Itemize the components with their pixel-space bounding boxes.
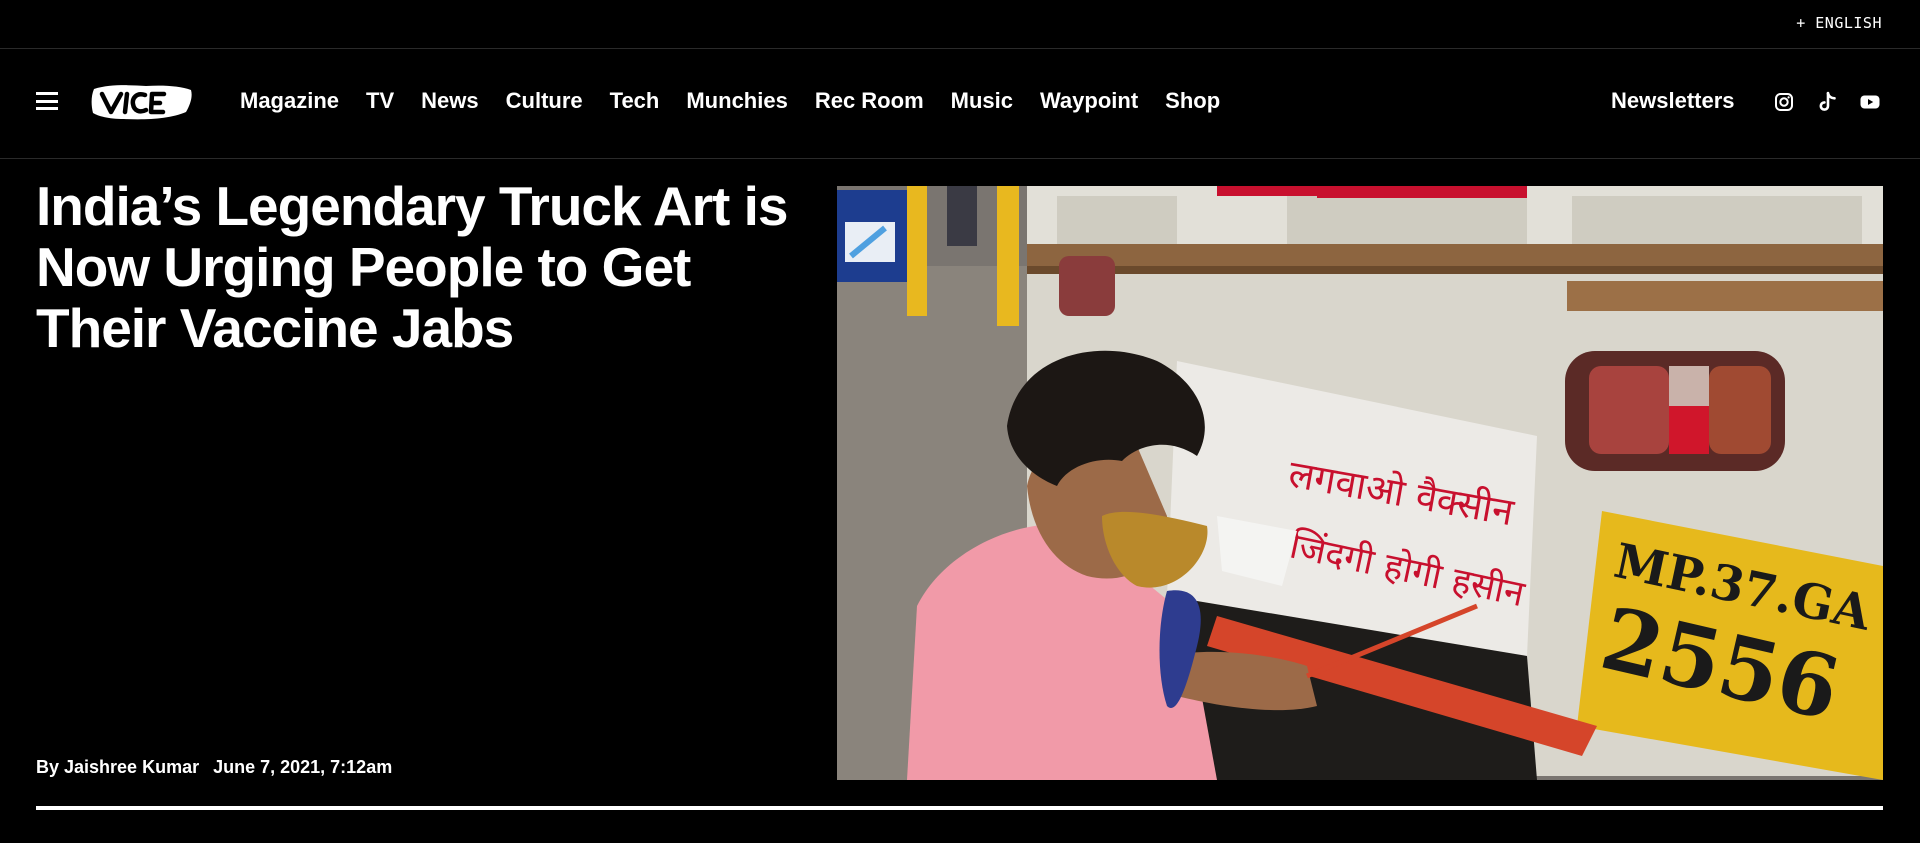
nav-links: Magazine TV News Culture Tech Munchies R… [240,88,1220,114]
nav-link-tv[interactable]: TV [366,88,394,114]
vice-logo[interactable] [90,83,194,121]
nav-link-rec-room[interactable]: Rec Room [815,88,924,114]
byline-prefix: By [36,757,65,777]
menu-icon[interactable] [36,92,58,110]
hero-image: लगवाओ वैक्सीन ना, जिंदगी होगी हसीन MP.37… [837,186,1883,780]
publish-date: June 7, 2021, 7:12am [213,757,393,777]
nav-link-munchies[interactable]: Munchies [686,88,787,114]
instagram-icon[interactable] [1772,90,1796,114]
nav-link-culture[interactable]: Culture [506,88,583,114]
section-divider [36,806,1883,810]
nav-link-music[interactable]: Music [951,88,1013,114]
tiktok-icon[interactable] [1815,90,1839,114]
author-link[interactable]: Jaishree Kumar [64,757,199,777]
nav-link-shop[interactable]: Shop [1165,88,1220,114]
youtube-icon[interactable] [1858,90,1882,114]
language-selector[interactable]: + ENGLISH [1796,14,1882,32]
nav-link-waypoint[interactable]: Waypoint [1040,88,1138,114]
nav-link-news[interactable]: News [421,88,478,114]
nav-link-magazine[interactable]: Magazine [240,88,339,114]
article-headline: India’s Legendary Truck Art is Now Urgin… [36,175,788,359]
newsletters-link[interactable]: Newsletters [1611,88,1735,114]
main-nav: Magazine TV News Culture Tech Munchies R… [0,50,1920,159]
top-bar: + ENGLISH [0,0,1920,49]
byline: By Jaishree Kumar June 7, 2021, 7:12am [36,757,392,778]
nav-link-tech[interactable]: Tech [610,88,660,114]
